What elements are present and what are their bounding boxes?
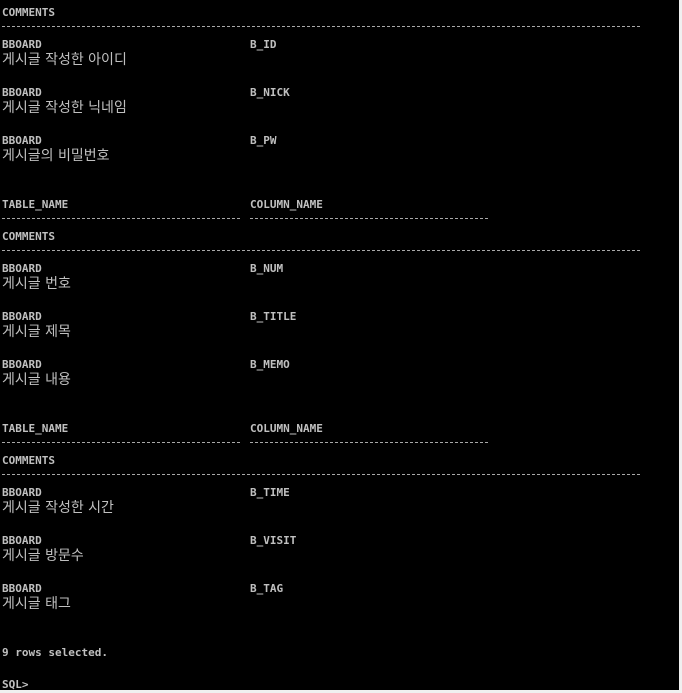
row-table-name: BBOARD: [2, 310, 42, 323]
row-comment: 게시글 제목: [2, 324, 71, 340]
table-name-header: TABLE_NAME: [2, 198, 69, 211]
row-column-name: B_MEMO: [250, 358, 290, 371]
row-table-name: BBOARD: [2, 358, 42, 371]
row-table-name: BBOARD: [2, 486, 42, 499]
row-comment: 게시글 태그: [2, 596, 71, 612]
row-column-name: B_TIME: [250, 486, 290, 499]
comments-separator: [2, 26, 640, 27]
row-table-name: BBOARD: [2, 582, 42, 595]
comments-header: COMMENTS: [2, 454, 55, 467]
row-table-name: BBOARD: [2, 38, 42, 51]
row-table-name: BBOARD: [2, 134, 42, 147]
sqlplus-console[interactable]: COMMENTS BBOARD B_ID 게시글 작성한 아이디 BBOARD …: [0, 0, 682, 693]
table-name-header: TABLE_NAME: [2, 422, 69, 435]
row-column-name: B_TAG: [250, 582, 284, 595]
row-table-name: BBOARD: [2, 262, 42, 275]
row-column-name: B_NICK: [250, 86, 290, 99]
comments-separator: [2, 474, 640, 475]
row-comment: 게시글 작성한 아이디: [2, 52, 127, 68]
column-name-header: COLUMN_NAME: [250, 198, 323, 211]
comments-separator: [2, 250, 640, 251]
column-name-separator: [250, 218, 488, 219]
table-name-separator: [2, 218, 240, 219]
row-comment: 게시글 방문수: [2, 548, 84, 564]
column-name-separator: [250, 442, 488, 443]
row-column-name: B_NUM: [250, 262, 284, 275]
row-comment: 게시글의 비밀번호: [2, 148, 110, 164]
row-column-name: B_PW: [250, 134, 277, 147]
column-name-header: COLUMN_NAME: [250, 422, 323, 435]
comments-header: COMMENTS: [2, 6, 55, 19]
row-table-name: BBOARD: [2, 86, 42, 99]
row-column-name: B_VISIT: [250, 534, 297, 547]
row-comment: 게시글 작성한 닉네임: [2, 100, 127, 116]
row-table-name: BBOARD: [2, 534, 42, 547]
row-comment: 게시글 작성한 시간: [2, 500, 114, 516]
row-comment: 게시글 내용: [2, 372, 71, 388]
row-comment: 게시글 번호: [2, 276, 71, 292]
row-column-name: B_ID: [250, 38, 277, 51]
row-column-name: B_TITLE: [250, 310, 297, 323]
comments-header: COMMENTS: [2, 230, 55, 243]
table-name-separator: [2, 442, 240, 443]
rows-selected-message: 9 rows selected.: [2, 646, 108, 659]
